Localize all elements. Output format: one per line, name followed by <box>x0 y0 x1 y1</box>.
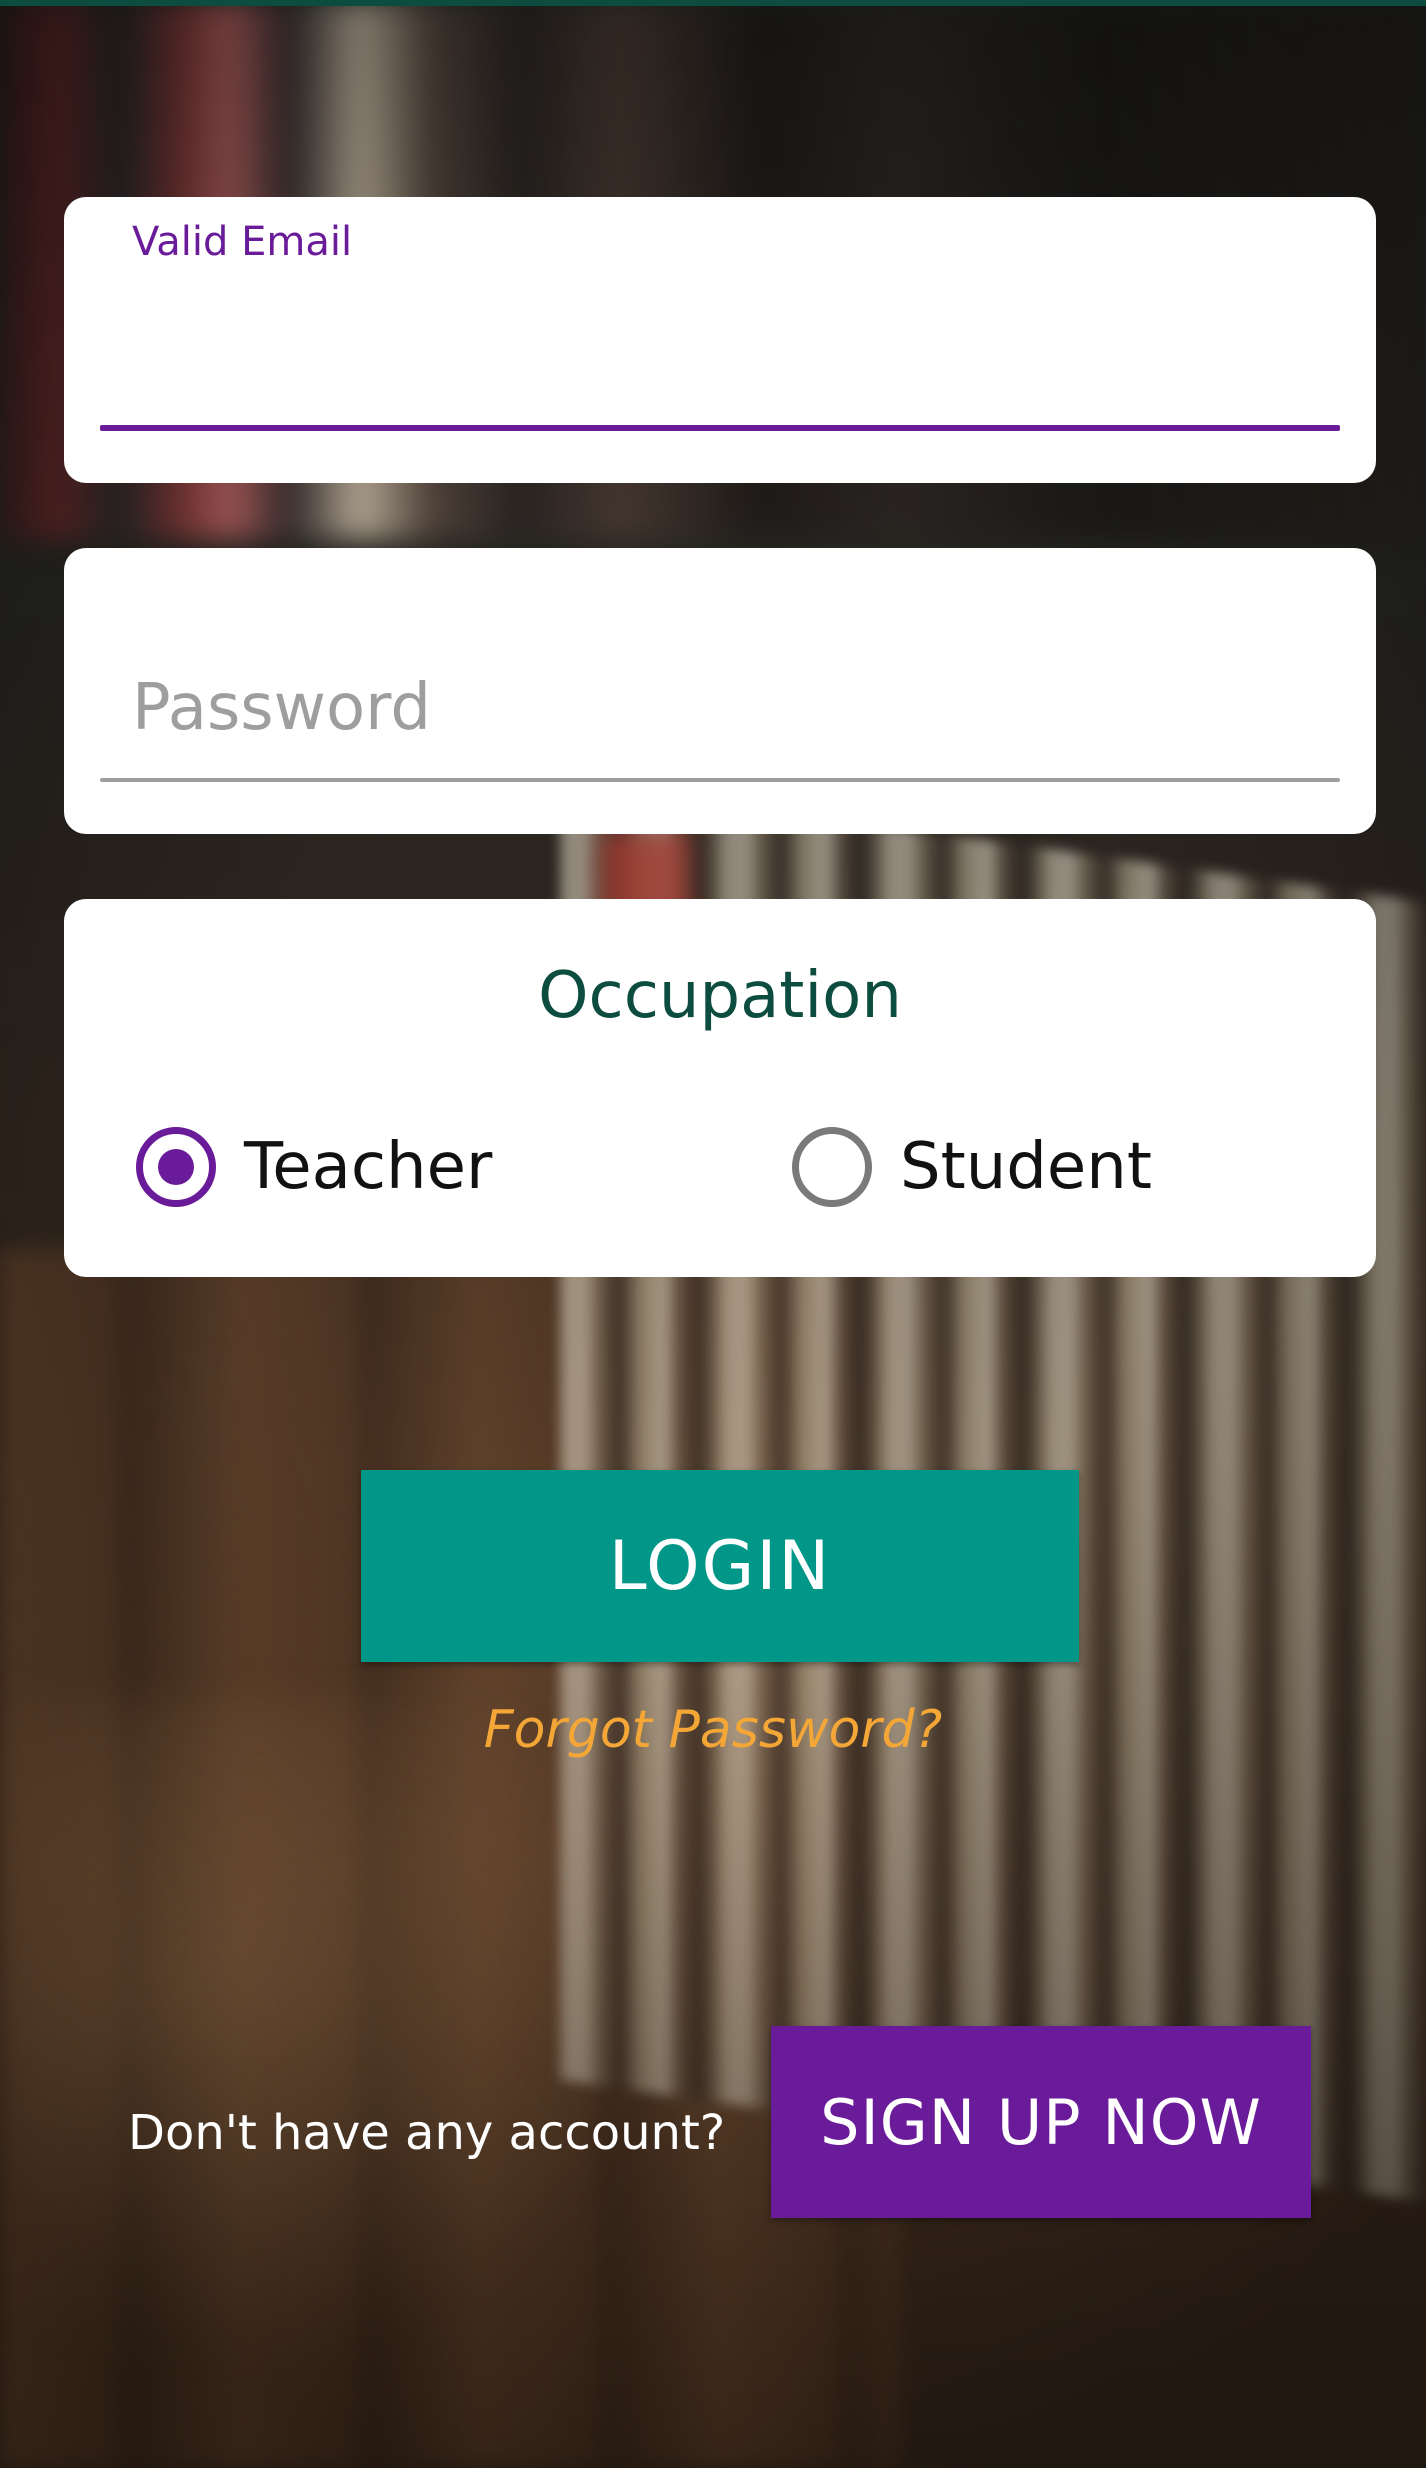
email-label: Valid Email <box>132 219 353 265</box>
radio-teacher-checked-icon[interactable] <box>136 1127 216 1207</box>
login-button[interactable]: LOGIN <box>361 1470 1079 1662</box>
email-input[interactable] <box>100 267 1340 387</box>
radio-teacher-label: Teacher <box>244 1130 493 1204</box>
radio-student-label: Student <box>900 1130 1152 1204</box>
radio-student[interactable]: Student <box>792 1125 1152 1209</box>
email-card: Valid Email <box>64 197 1376 483</box>
forgot-password-link[interactable]: Forgot Password? <box>0 1700 1426 1760</box>
signup-prompt-text: Don't have any account? <box>128 2105 726 2161</box>
password-input[interactable] <box>100 648 1340 768</box>
occupation-title: Occupation <box>538 959 902 1033</box>
radio-teacher[interactable]: Teacher <box>136 1125 492 1209</box>
password-underline <box>100 778 1340 782</box>
radio-student-unchecked-icon[interactable] <box>792 1127 872 1207</box>
email-underline <box>100 425 1340 431</box>
status-bar-strip <box>0 0 1426 6</box>
password-card <box>64 548 1376 834</box>
signup-button[interactable]: SIGN UP NOW <box>771 2026 1311 2218</box>
occupation-card: Occupation Teacher Student <box>64 899 1376 1277</box>
